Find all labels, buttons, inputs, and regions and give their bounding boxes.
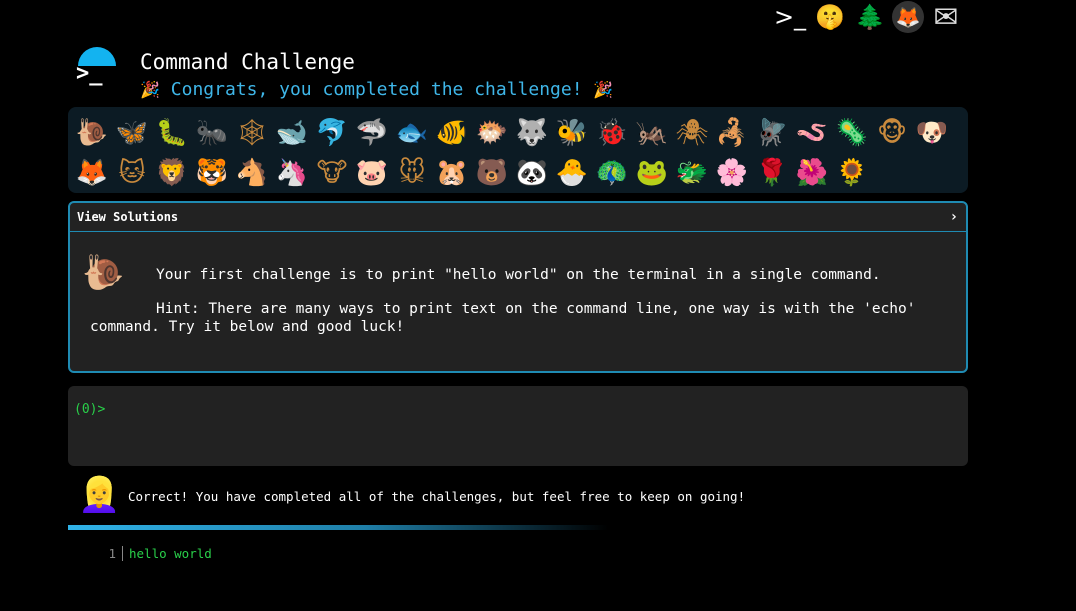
- snail-icon[interactable]: 🐌: [72, 113, 112, 153]
- monkey-icon[interactable]: 🐵: [872, 113, 912, 153]
- hamster-icon[interactable]: 🐹: [432, 153, 472, 193]
- ant-icon[interactable]: 🐜: [192, 113, 232, 153]
- lion-icon[interactable]: 🦁: [152, 153, 192, 193]
- fly-icon[interactable]: 🪰: [752, 113, 792, 153]
- ladybug-icon[interactable]: 🐞: [592, 113, 632, 153]
- bee-icon[interactable]: 🐝: [552, 113, 592, 153]
- party-popper-icon: 🎉: [593, 80, 614, 99]
- caterpillar-icon[interactable]: 🐛: [152, 113, 192, 153]
- dog-icon[interactable]: 🐶: [912, 113, 952, 153]
- microbe-icon[interactable]: 🦠: [832, 113, 872, 153]
- line-number: 1: [100, 546, 123, 561]
- progress-bar: [68, 525, 608, 530]
- subtitle-text: Congrats, you completed the challenge!: [170, 79, 583, 100]
- snail-avatar-icon: 🐌: [82, 253, 125, 293]
- cherry-blossom-icon[interactable]: 🌸: [712, 153, 752, 193]
- dolphin-icon[interactable]: 🐬: [312, 113, 352, 153]
- cricket-icon[interactable]: 🦗: [632, 113, 672, 153]
- tree-icon[interactable]: 🌲: [852, 0, 888, 34]
- peacock-icon[interactable]: 🦚: [592, 153, 632, 193]
- challenge-progress-grid: 🐌 🦋 🐛 🐜 🕸 🐋 🐬 🦈 🐟 🐠 🐡 🐺 🐝 🐞 🦗 🕷 🦂 🪰 🪱 🦠 🐵 🐶 🦊 🐱 🦁 🐯 🐴 🦄 🐮 🐷 🐭 🐹 🐻 🐼 🐣 🦚 🐸 🐲 🌸 🌹…: [68, 107, 968, 193]
- view-solutions-label: View Solutions: [77, 210, 179, 224]
- terminal-icon[interactable]: >_: [772, 0, 808, 34]
- dragon-icon[interactable]: 🐲: [672, 153, 712, 193]
- terminal-logo-icon: >_: [74, 47, 120, 93]
- scorpion-icon[interactable]: 🦂: [712, 113, 752, 153]
- wolf-icon[interactable]: 🐺: [512, 113, 552, 153]
- spider-icon[interactable]: 🕷: [672, 113, 712, 153]
- rose-icon[interactable]: 🌹: [752, 153, 792, 193]
- challenge-description: Your first challenge is to print "hello …: [156, 267, 881, 283]
- shark-icon[interactable]: 🦈: [352, 113, 392, 153]
- worm-icon[interactable]: 🪱: [792, 113, 832, 153]
- tropical-fish-icon[interactable]: 🐠: [432, 113, 472, 153]
- hatching-chick-icon[interactable]: 🐣: [552, 153, 592, 193]
- terminal-prompt: (0)>: [74, 402, 106, 417]
- gitlab-icon[interactable]: 🦊: [892, 1, 924, 33]
- terminal-output: 1 hello world: [100, 546, 212, 561]
- cat-icon[interactable]: 🐱: [112, 153, 152, 193]
- blowfish-icon[interactable]: 🐡: [472, 113, 512, 153]
- horse-icon[interactable]: 🐴: [232, 153, 272, 193]
- fox-icon[interactable]: 🦊: [72, 153, 112, 193]
- fish-icon[interactable]: 🐟: [392, 113, 432, 153]
- shushing-face-icon[interactable]: 🤫: [812, 0, 848, 34]
- pig-icon[interactable]: 🐷: [352, 153, 392, 193]
- output-text: hello world: [129, 546, 212, 561]
- whale-icon[interactable]: 🐋: [272, 113, 312, 153]
- unicorn-icon[interactable]: 🦄: [272, 153, 312, 193]
- bear-icon[interactable]: 🐻: [472, 153, 512, 193]
- spider-web-icon[interactable]: 🕸: [232, 113, 272, 153]
- guide-avatar-icon: 👱‍♀️: [78, 475, 121, 515]
- completion-subtitle: 🎉 Congrats, you completed the challenge!…: [140, 79, 613, 100]
- tiger-icon[interactable]: 🐯: [192, 153, 232, 193]
- butterfly-icon[interactable]: 🦋: [112, 113, 152, 153]
- view-solutions-toggle[interactable]: View Solutions ›: [70, 203, 966, 232]
- panda-icon[interactable]: 🐼: [512, 153, 552, 193]
- challenge-hint: Hint: There are many ways to print text …: [90, 301, 916, 335]
- cow-icon[interactable]: 🐮: [312, 153, 352, 193]
- page-title: Command Challenge: [140, 50, 355, 74]
- solutions-panel: View Solutions › 🐌 Your first challenge …: [68, 201, 968, 373]
- chevron-right-icon: ›: [949, 209, 958, 225]
- mouse-icon[interactable]: 🐭: [392, 153, 432, 193]
- mail-icon[interactable]: ✉: [928, 0, 964, 35]
- sunflower-icon[interactable]: 🌻: [832, 153, 872, 193]
- frog-icon[interactable]: 🐸: [632, 153, 672, 193]
- hibiscus-icon[interactable]: 🌺: [792, 153, 832, 193]
- terminal-input-area[interactable]: (0)>: [68, 386, 968, 466]
- party-popper-icon: 🎉: [140, 80, 160, 99]
- feedback-message: Correct! You have completed all of the c…: [128, 489, 746, 504]
- top-nav: >_ 🤫 🌲 🦊 ✉: [772, 0, 964, 35]
